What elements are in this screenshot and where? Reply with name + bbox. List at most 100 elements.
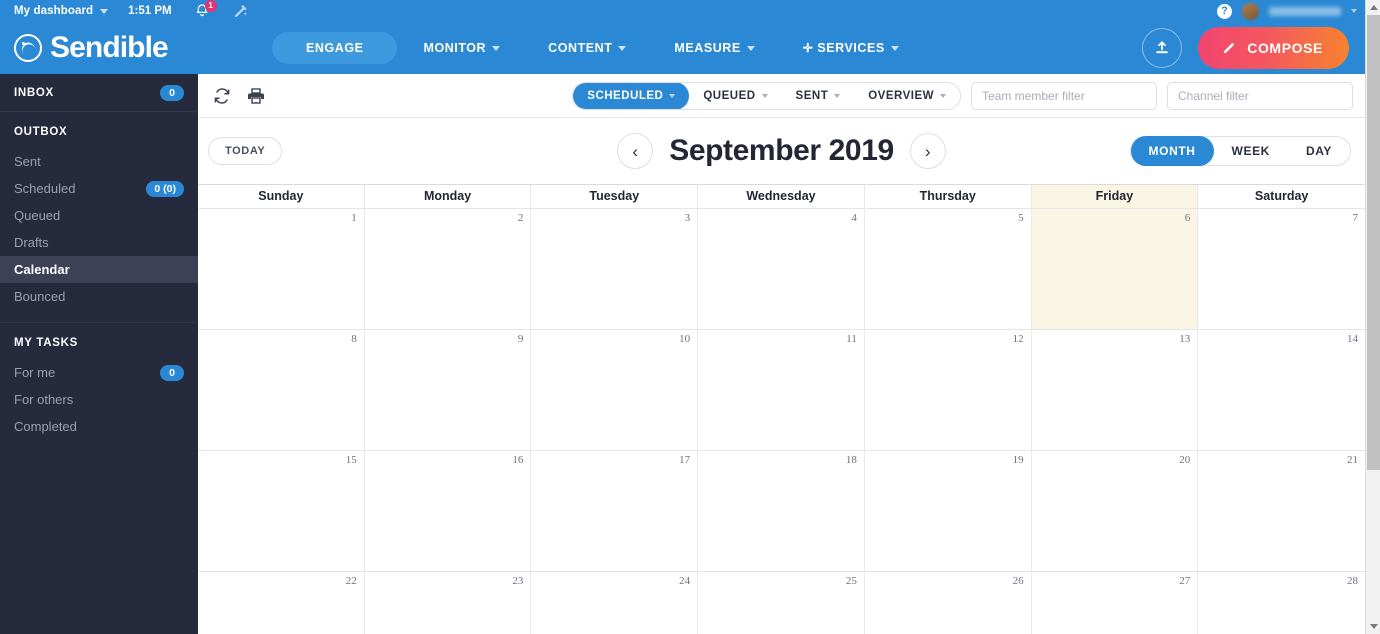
filter-tab-sent[interactable]: SENT: [782, 83, 855, 109]
content-area: SCHEDULED QUEUED SENT OVERVIEW Team memb…: [198, 74, 1365, 634]
bell-icon[interactable]: 1: [194, 0, 217, 19]
day-cell[interactable]: 19: [865, 451, 1032, 571]
sidebar-item-label: Completed: [14, 419, 77, 434]
day-cell[interactable]: 3: [531, 209, 699, 329]
channel-filter-input[interactable]: [1167, 81, 1353, 110]
nav-item-services[interactable]: ✛ SERVICES: [781, 32, 921, 64]
filter-tab-label: SENT: [795, 89, 829, 102]
main-navbar: Sendible ENGAGE MONITOR CONTENT MEASURE …: [0, 22, 1365, 74]
sidebar-inbox-badge: 0: [160, 84, 184, 101]
next-month-button[interactable]: ›: [909, 133, 946, 169]
filter-tab-overview[interactable]: OVERVIEW: [854, 83, 960, 109]
day-cell[interactable]: 21: [1198, 451, 1365, 571]
sidebar-inbox-label: INBOX: [14, 86, 54, 99]
day-header-saturday: Saturday: [1254, 189, 1309, 203]
sidebar-item-queued[interactable]: Queued: [0, 202, 198, 229]
sidebar-item-label: Scheduled: [14, 181, 76, 196]
sidebar-item-completed[interactable]: Completed: [0, 413, 198, 440]
calendar-week-row: 8 9 10 11 12 13 14: [198, 329, 1365, 450]
day-cell[interactable]: 7: [1198, 209, 1365, 329]
filter-tab-queued[interactable]: QUEUED: [689, 83, 781, 109]
sidebar-item-inbox[interactable]: INBOX 0: [0, 74, 198, 112]
today-button[interactable]: TODAY: [208, 137, 283, 165]
scrollbar-thumb[interactable]: [1367, 15, 1380, 470]
filter-tab-scheduled[interactable]: SCHEDULED: [573, 82, 690, 109]
brand-logo[interactable]: Sendible: [14, 33, 272, 63]
day-cell[interactable]: 10: [531, 330, 699, 450]
view-button-month[interactable]: MONTH: [1130, 136, 1214, 166]
day-number: 2: [517, 212, 524, 224]
day-cell[interactable]: 8: [198, 330, 365, 450]
day-cell-today[interactable]: 6: [1031, 209, 1199, 329]
status-filter-group: SCHEDULED QUEUED SENT OVERVIEW: [572, 81, 961, 110]
day-number: 25: [845, 575, 857, 587]
day-number: 7: [1352, 212, 1358, 224]
day-cell[interactable]: 13: [1032, 330, 1199, 450]
day-cell[interactable]: 17: [531, 451, 699, 571]
nav-item-label: CONTENT: [548, 41, 613, 55]
brand-name: Sendible: [50, 31, 169, 64]
day-cell[interactable]: 1: [198, 209, 365, 329]
user-menu-chevron-icon[interactable]: [1351, 9, 1357, 13]
plus-icon: ✛: [802, 41, 814, 55]
navbar-right: COMPOSE: [1142, 27, 1357, 69]
view-button-day[interactable]: DAY: [1288, 136, 1350, 166]
day-cell[interactable]: 9: [365, 330, 532, 450]
day-number: 14: [1346, 333, 1358, 345]
calendar-header: TODAY ‹ September 2019 › MONTH WEEK DAY: [198, 118, 1365, 184]
sidebar-item-scheduled[interactable]: Scheduled 0 (0): [0, 175, 198, 202]
prev-month-button[interactable]: ‹: [617, 133, 654, 169]
scroll-up-arrow[interactable]: [1366, 0, 1380, 15]
day-cell[interactable]: 15: [198, 451, 365, 571]
refresh-icon[interactable]: [212, 86, 232, 106]
day-cell[interactable]: 2: [365, 209, 532, 329]
day-cell[interactable]: 22: [198, 572, 365, 634]
user-name-label: [1269, 6, 1341, 16]
day-number: 12: [1012, 333, 1024, 345]
day-cell[interactable]: 26: [865, 572, 1032, 634]
day-cell[interactable]: 20: [1032, 451, 1199, 571]
sidebar-item-sent[interactable]: Sent: [0, 148, 198, 175]
chevron-down-icon[interactable]: [100, 8, 109, 14]
sidebar-item-bounced[interactable]: Bounced: [0, 283, 198, 310]
scroll-down-arrow[interactable]: [1366, 619, 1380, 634]
dashboard-selector-label[interactable]: My dashboard: [14, 5, 93, 17]
nav-item-monitor[interactable]: MONITOR: [401, 32, 522, 64]
upload-button[interactable]: [1142, 28, 1183, 68]
day-header-wednesday: Wednesday: [698, 185, 865, 208]
compose-button[interactable]: COMPOSE: [1198, 27, 1349, 69]
print-icon[interactable]: [246, 86, 266, 106]
day-number: 5: [1018, 212, 1024, 224]
nav-item-engage[interactable]: ENGAGE: [272, 32, 398, 64]
day-cell[interactable]: 11: [698, 330, 865, 450]
team-member-filter-input[interactable]: [971, 81, 1157, 110]
chevron-down-icon: [492, 45, 501, 51]
day-header-thursday: Thursday: [865, 185, 1032, 208]
sidebar-item-for-others[interactable]: For others: [0, 386, 198, 413]
avatar[interactable]: [1242, 2, 1259, 20]
day-cell[interactable]: 25: [698, 572, 865, 634]
nav-item-content[interactable]: CONTENT: [526, 32, 648, 64]
magic-wand-icon[interactable]: [232, 3, 249, 20]
day-cell[interactable]: 23: [365, 572, 532, 634]
sidebar-item-for-me[interactable]: For me 0: [0, 359, 198, 386]
page-scrollbar[interactable]: [1365, 0, 1380, 634]
day-cell[interactable]: 5: [865, 209, 1032, 329]
day-cell[interactable]: 24: [531, 572, 699, 634]
upload-icon: [1156, 41, 1168, 54]
day-cell[interactable]: 16: [365, 451, 532, 571]
day-cell[interactable]: 4: [698, 209, 865, 329]
sidebar-item-label: Sent: [14, 154, 41, 169]
help-icon[interactable]: ?: [1217, 3, 1232, 19]
day-cell[interactable]: 12: [865, 330, 1032, 450]
sidebar-item-drafts[interactable]: Drafts: [0, 229, 198, 256]
day-number: 26: [1012, 575, 1024, 587]
sidebar-item-calendar[interactable]: Calendar: [0, 256, 198, 283]
day-cell[interactable]: 18: [698, 451, 865, 571]
day-cell[interactable]: 14: [1198, 330, 1365, 450]
nav-item-measure[interactable]: MEASURE: [652, 32, 776, 64]
view-button-week[interactable]: WEEK: [1214, 136, 1288, 166]
day-cell[interactable]: 28: [1198, 572, 1365, 634]
day-cell[interactable]: 27: [1032, 572, 1199, 634]
notification-count-badge: 1: [204, 0, 217, 12]
